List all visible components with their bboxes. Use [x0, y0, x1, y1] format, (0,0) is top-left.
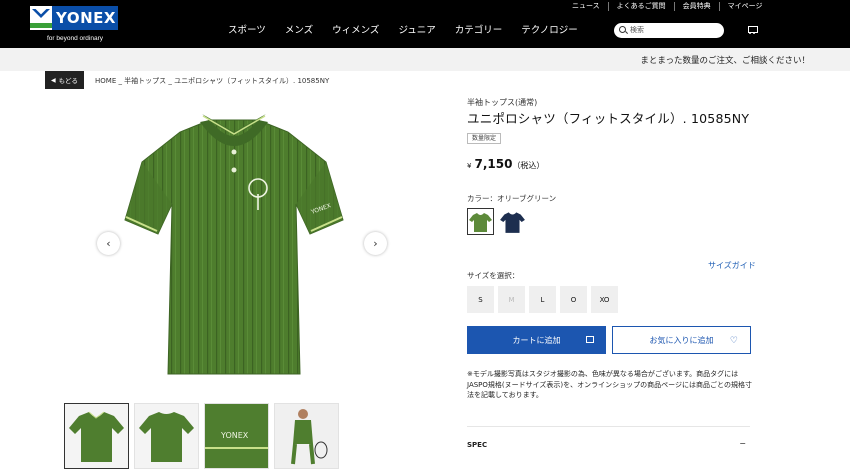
- util-mypage[interactable]: マイページ: [718, 2, 771, 11]
- size-option-xo[interactable]: XO: [591, 286, 618, 313]
- price-tax: （税込）: [512, 161, 545, 170]
- breadcrumb: HOME _ 半袖トップス _ ユニポロシャツ（フィットスタイル）. 10585…: [95, 77, 330, 85]
- swatch-olive-image: [469, 213, 492, 232]
- size-option-s[interactable]: S: [467, 286, 494, 313]
- size-option-m[interactable]: M: [498, 286, 525, 313]
- spec-accordion[interactable]: SPEC −: [467, 426, 750, 466]
- polo-shirt-image: YONEX: [124, 114, 344, 375]
- util-member[interactable]: 会員特典: [673, 2, 719, 11]
- size-guide-link[interactable]: サイズガイド: [708, 260, 756, 271]
- site-header: YONEX for beyond ordinary ニュース よくあるご質問 会…: [0, 0, 850, 48]
- product-main-image: YONEX: [90, 92, 398, 392]
- next-image-button[interactable]: ›: [364, 232, 387, 255]
- thumbnail-back[interactable]: [134, 403, 199, 469]
- add-to-favorites-label: お気に入りに追加: [649, 335, 714, 345]
- banner-text[interactable]: まとまった数量のご注文、ご相談ください！: [640, 54, 810, 66]
- cart-icon[interactable]: [747, 25, 758, 34]
- search-placeholder: 検索: [630, 26, 644, 34]
- back-button[interactable]: ◀ もどる: [45, 71, 84, 89]
- prev-image-button[interactable]: ‹: [97, 232, 120, 255]
- swatch-navy-image: [500, 212, 525, 233]
- back-label: もどる: [58, 77, 78, 85]
- color-swatch-navy[interactable]: [499, 208, 526, 235]
- thumbnail-model-image: [275, 404, 338, 468]
- thumbnail-detail[interactable]: YONEX: [204, 403, 269, 469]
- add-to-favorites-button[interactable]: お気に入りに追加 ♡: [612, 326, 751, 354]
- thumbnail-strip: YONEX: [64, 403, 339, 469]
- utility-links: ニュース よくあるご質問 会員特典 マイページ: [572, 2, 771, 11]
- chevron-left-icon: ◀: [51, 76, 56, 84]
- size-option-o[interactable]: O: [560, 286, 587, 313]
- product-title: ユニポロシャツ（フィットスタイル）. 10585NY: [467, 111, 750, 126]
- thumbnail-front-image: [69, 411, 124, 462]
- nav-sports[interactable]: スポーツ: [228, 22, 266, 36]
- price-symbol: ¥: [467, 162, 472, 170]
- nav-category[interactable]: カテゴリー: [455, 22, 503, 36]
- thumbnail-front[interactable]: [64, 403, 129, 469]
- nav-technology[interactable]: テクノロジー: [521, 22, 577, 36]
- cart-icon: [586, 336, 594, 343]
- size-option-l[interactable]: L: [529, 286, 556, 313]
- price-value: 7,150: [474, 157, 513, 171]
- thumbnail-model[interactable]: [274, 403, 339, 469]
- logo-text: YONEX: [56, 9, 116, 27]
- add-to-cart-label: カートに追加: [512, 335, 561, 345]
- util-faq[interactable]: よくあるご質問: [607, 2, 674, 11]
- yonex-logo[interactable]: YONEX: [30, 6, 118, 30]
- size-selector: S M L O XO: [467, 286, 618, 313]
- nav-womens[interactable]: ウィメンズ: [332, 22, 379, 36]
- product-price: ¥7,150（税込）: [467, 157, 544, 171]
- main-nav: スポーツ メンズ ウィメンズ ジュニア カテゴリー テクノロジー: [228, 22, 597, 36]
- util-news[interactable]: ニュース: [572, 2, 608, 11]
- color-swatch-olive-green[interactable]: [467, 208, 494, 235]
- thumbnail-back-image: [139, 412, 194, 462]
- add-to-cart-button[interactable]: カートに追加: [467, 326, 606, 354]
- limited-badge: 数量限定: [467, 133, 502, 144]
- thumbnail-detail-image: YONEX: [205, 404, 268, 468]
- size-label: サイズを選択：: [467, 271, 520, 280]
- spec-toggle-icon: −: [739, 439, 746, 448]
- notice-banner: まとまった数量のご注文、ご相談ください！: [0, 48, 850, 71]
- product-note: ※モデル撮影写真はスタジオ撮影の為、色味が異なる場合がございます。商品タグにはJ…: [467, 370, 752, 399]
- search-input[interactable]: 検索: [614, 23, 724, 38]
- nav-mens[interactable]: メンズ: [285, 22, 313, 36]
- spec-label: SPEC: [467, 441, 488, 449]
- product-category: 半袖トップス(通常): [467, 98, 538, 107]
- heart-icon: ♡: [729, 336, 738, 346]
- tagline: for beyond ordinary: [47, 35, 104, 42]
- color-label: カラー：オリーブグリーン: [467, 194, 557, 203]
- svg-text:YONEX: YONEX: [220, 431, 249, 440]
- nav-junior[interactable]: ジュニア: [398, 22, 435, 36]
- yonex-logo-mark: [30, 6, 52, 30]
- search-icon: [619, 26, 626, 33]
